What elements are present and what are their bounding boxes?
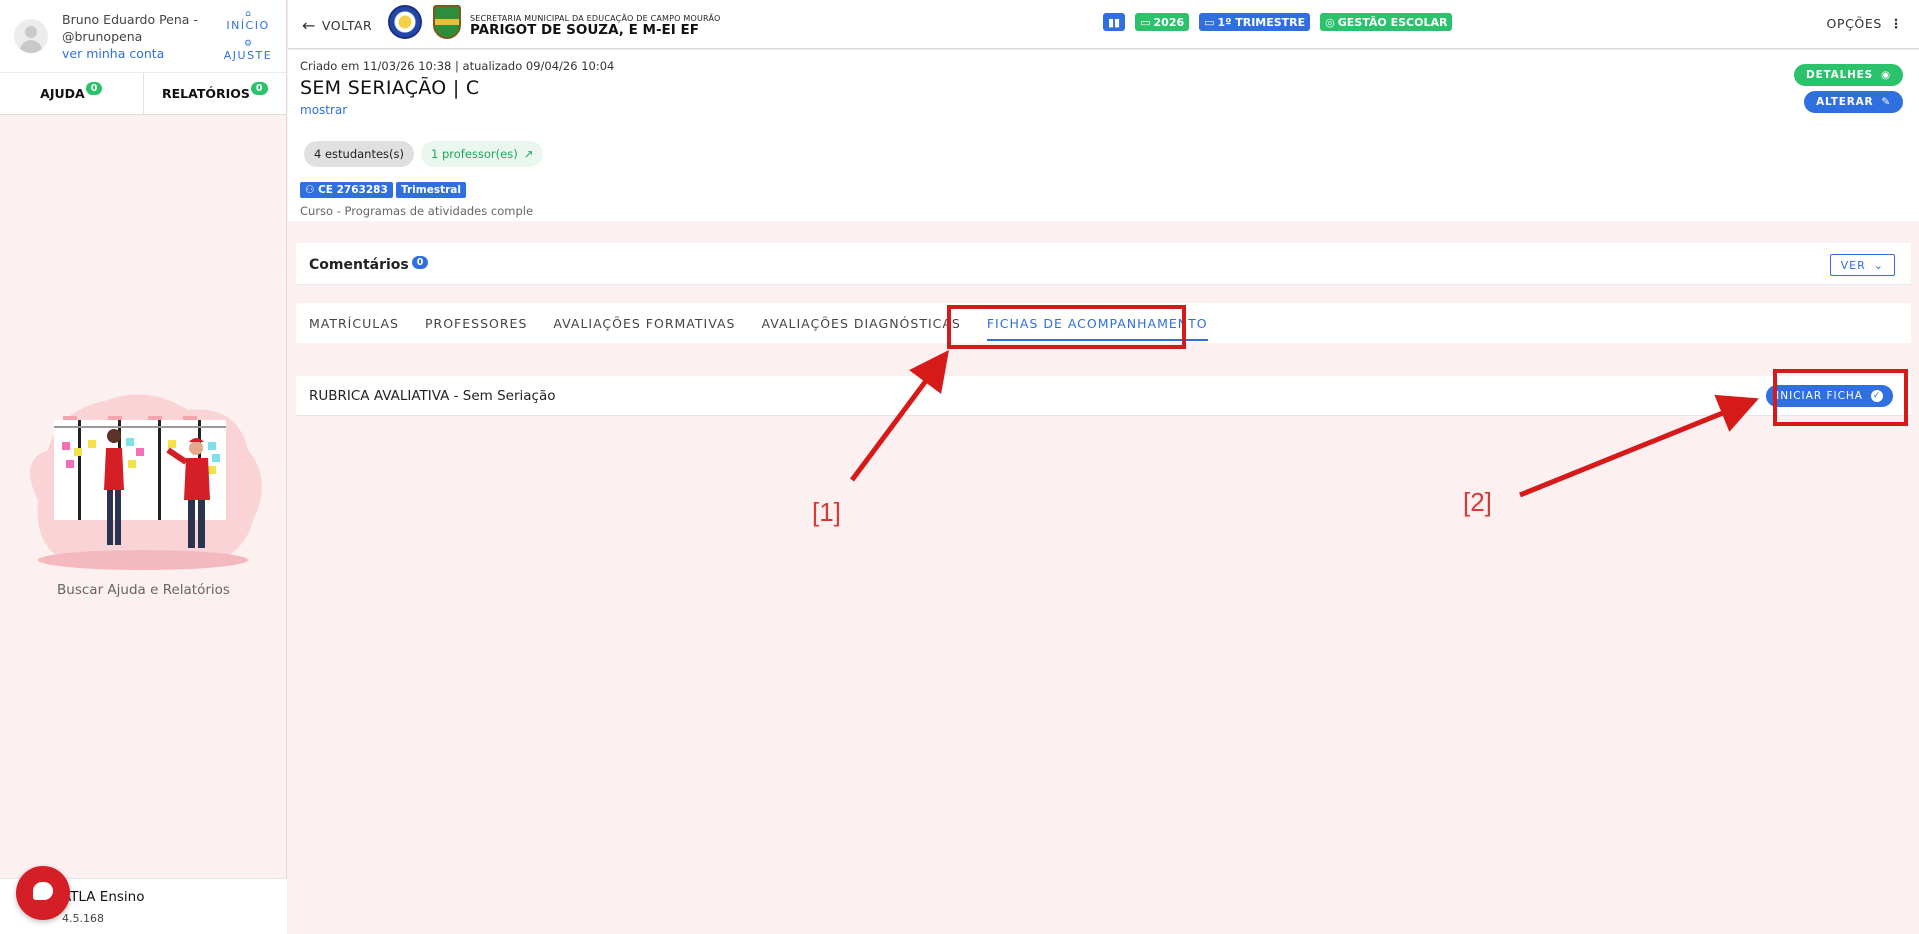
user-box: Bruno Eduardo Pena - @brunopena ver minh… (0, 0, 286, 73)
settings-link[interactable]: ⚙ AJUSTE (222, 39, 274, 63)
arrow-2 (1519, 394, 1759, 498)
avatar[interactable] (14, 19, 48, 53)
teachers-label: 1 professor(es) (431, 147, 518, 161)
help-illustration (30, 394, 262, 570)
tab-enrollments[interactable]: MATRÍCULAS (296, 303, 412, 343)
comments-count: 0 (411, 256, 429, 269)
kebab-icon: ⋮ (1889, 16, 1903, 31)
year-label: 2026 (1153, 15, 1185, 29)
settings-label: AJUSTE (223, 49, 273, 62)
edit-button[interactable]: ALTERAR ✎ (1804, 91, 1903, 113)
edit-icon: ✎ (1881, 96, 1891, 108)
calendar-icon: ▭ (1204, 15, 1215, 29)
edit-label: ALTERAR (1816, 96, 1874, 108)
chevron-down-icon: ⌄ (1873, 258, 1884, 272)
comments-title: Comentários 0 (309, 256, 429, 273)
tab-help-label: AJUDA (40, 86, 85, 101)
period-tag: Trimestral (396, 182, 466, 198)
term-badge[interactable]: ▭ 1º TRIMESTRE (1199, 13, 1311, 31)
tab-help[interactable]: AJUDA 0 (0, 73, 144, 114)
options-menu-button[interactable]: OPÇÕES ⋮ (1827, 16, 1904, 31)
tab-teachers[interactable]: PROFESSORES (412, 303, 540, 343)
tab-reports-label: RELATÓRIOS (161, 86, 250, 101)
back-button[interactable]: ← VOLTAR (302, 15, 373, 35)
annotation-label-1: [1] (812, 497, 841, 527)
tab-diagnostic-assessments[interactable]: AVALIAÇÕES DIAGNÓSTICAS (748, 303, 973, 343)
stats-badge[interactable]: ▮▮ (1103, 13, 1126, 31)
details-button[interactable]: DETALHES ◉ (1794, 64, 1903, 86)
city-coat-of-arms-logo (433, 5, 461, 39)
comments-label: Comentários (309, 257, 409, 273)
external-link-icon: ↗ (523, 147, 534, 161)
org-name: PARIGOT DE SOUZA, E M-EI EF (470, 22, 699, 38)
term-label: 1º TRIMESTRE (1217, 15, 1306, 29)
course-text: Curso - Programas de atividades comple (300, 204, 534, 218)
chat-button[interactable] (16, 866, 70, 920)
back-label: VOLTAR (321, 18, 373, 33)
tab-help-count: 0 (85, 82, 103, 95)
comments-bar: Comentários 0 VER ⌄ (296, 243, 1911, 285)
sidebar: Bruno Eduardo Pena - @brunopena ver minh… (0, 0, 287, 934)
options-label: OPÇÕES (1826, 16, 1882, 31)
show-link[interactable]: mostrar (300, 103, 347, 117)
code-label: CE 2763283 (318, 184, 388, 196)
page-title: SEM SERIAÇÃO | C (300, 77, 480, 99)
chat-icon (33, 882, 53, 900)
user-icon: ⚇ (305, 184, 315, 196)
sidebar-tabs: AJUDA 0 RELATÓRIOS 0 (0, 73, 286, 115)
footer-version: 4.5.168 (62, 912, 104, 925)
view-label: VER (1840, 258, 1866, 272)
students-pill[interactable]: 4 estudantes(s) (304, 141, 415, 167)
code-tag: ⚇ CE 2763283 (300, 182, 393, 198)
highlight-box-2 (1773, 369, 1908, 426)
tab-reports-count: 0 (250, 82, 268, 95)
check-circle-icon: ◎ (1325, 15, 1335, 29)
teachers-pill[interactable]: 1 professor(es) ↗ (421, 141, 544, 167)
help-text: Buscar Ajuda e Relatórios (57, 582, 230, 598)
tab-reports[interactable]: RELATÓRIOS 0 (144, 73, 287, 114)
calendar-icon: ▭ (1140, 15, 1151, 29)
arrow-left-icon: ← (302, 16, 316, 35)
annotation-label-2: [2] (1463, 487, 1492, 517)
topbar: ← VOLTAR SECRETARIA MUNICIPAL DA EDUCAÇÃO… (288, 0, 1919, 49)
home-label: INÍCIO (226, 19, 270, 32)
management-label: GESTÃO ESCOLAR (1337, 15, 1448, 29)
eye-off-icon: ◉ (1881, 69, 1891, 81)
list-item: RUBRICA AVALIATIVA - Sem Seriação INICIA… (296, 376, 1911, 416)
view-comments-button[interactable]: VER ⌄ (1829, 254, 1895, 276)
highlight-box-1 (947, 305, 1186, 349)
footer-app-name: ATLA Ensino (62, 889, 145, 905)
home-icon: ⌂ (245, 9, 251, 19)
class-info-panel: Criado em 11/03/26 10:38 | atualizado 09… (288, 50, 1919, 221)
details-label: DETALHES (1806, 69, 1874, 81)
gear-icon: ⚙ (243, 39, 253, 49)
timestamps: Criado em 11/03/26 10:38 | atualizado 09… (300, 59, 615, 73)
year-badge[interactable]: ▭ 2026 (1135, 13, 1190, 31)
bar-chart-icon: ▮▮ (1108, 15, 1121, 29)
school-seal-logo (388, 5, 422, 39)
user-name: Bruno Eduardo Pena - @brunopena (62, 12, 198, 44)
tab-formative-assessments[interactable]: AVALIAÇÕES FORMATIVAS (540, 303, 748, 343)
rubric-title: RUBRICA AVALIATIVA - Sem Seriação (309, 388, 556, 404)
management-badge[interactable]: ◎ GESTÃO ESCOLAR (1320, 13, 1453, 31)
home-link[interactable]: ⌂ INÍCIO (222, 9, 274, 33)
account-link[interactable]: ver minha conta (62, 46, 164, 61)
context-badges: ▮▮ ▭ 2026 ▭ 1º TRIMESTRE ◎ GESTÃO ESCOLAR (1103, 13, 1453, 31)
